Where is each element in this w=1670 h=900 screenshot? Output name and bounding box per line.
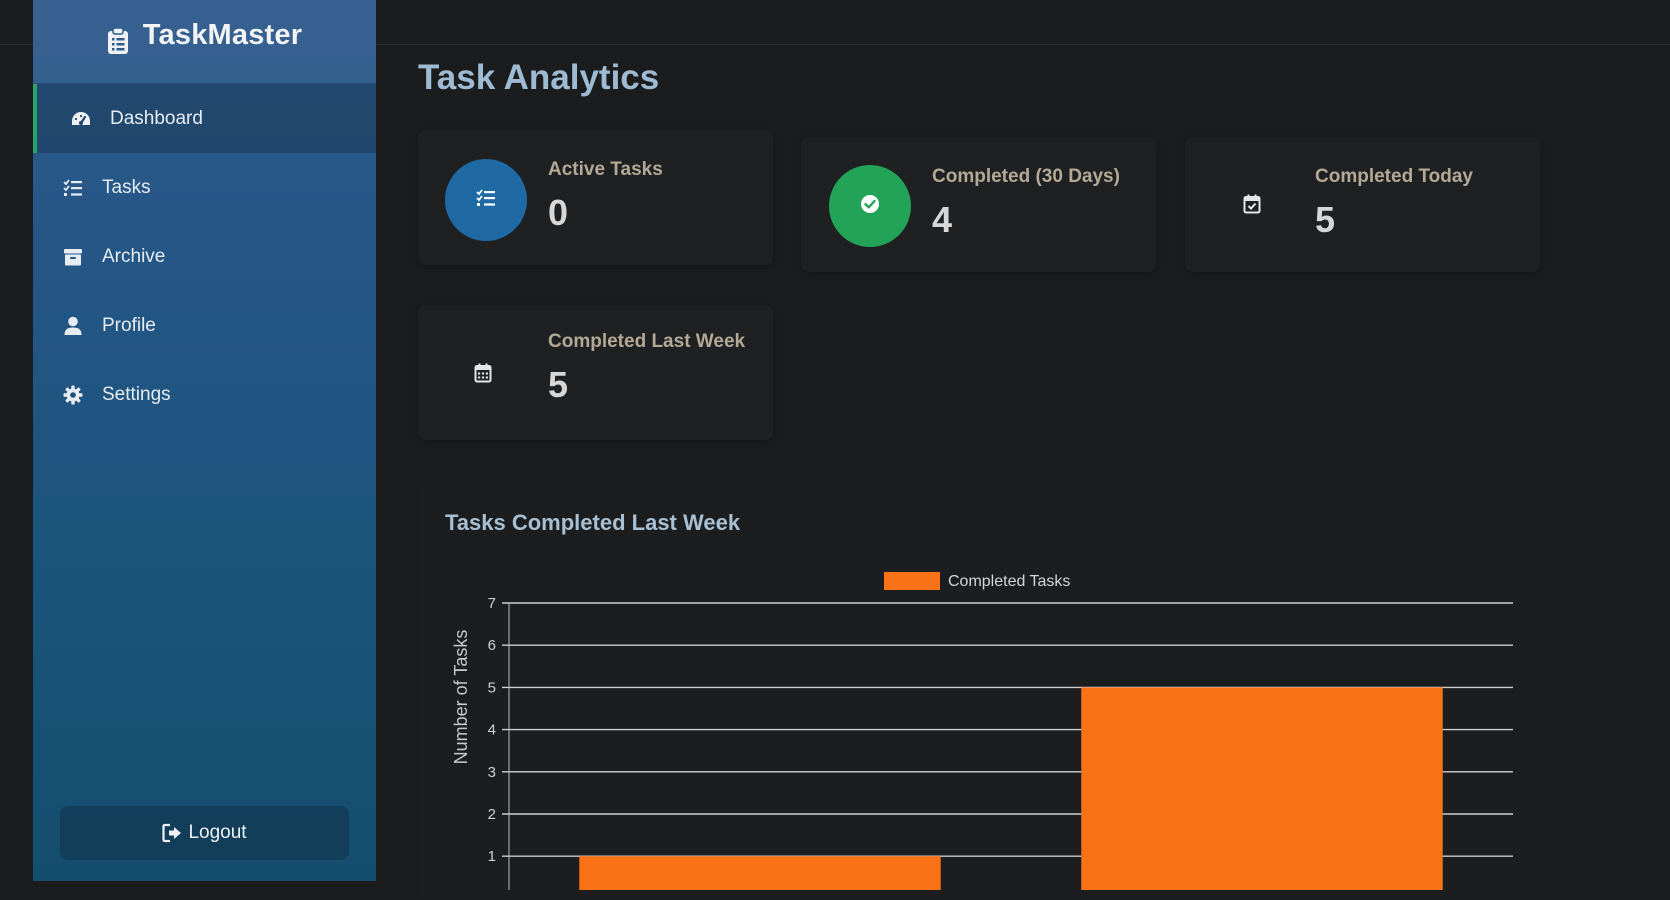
- y-tick-label: 5: [488, 679, 496, 696]
- sidebar-item-dashboard[interactable]: Dashboard: [33, 84, 376, 153]
- calendar-icon: [474, 363, 492, 388]
- y-tick-label: 1: [488, 848, 496, 865]
- stat-label: Completed Last Week: [548, 331, 746, 352]
- sidebar-nav: Dashboard Tasks Archive Profile Settings: [33, 84, 376, 429]
- sidebar-item-label: Tasks: [102, 176, 151, 198]
- sidebar-item-label: Profile: [102, 314, 156, 336]
- logout-label: Logout: [188, 822, 247, 843]
- y-tick-label: 3: [488, 764, 496, 781]
- stat-value: 4: [932, 199, 953, 240]
- sign-out-icon: [162, 823, 182, 843]
- stat-icon-circle: [445, 159, 527, 241]
- stat-card-active-tasks: Active Tasks 0: [418, 130, 773, 265]
- stat-value: 5: [548, 364, 569, 405]
- stat-icon-circle: [829, 165, 911, 247]
- stat-value: 0: [548, 192, 569, 233]
- y-tick-label: 6: [488, 637, 496, 654]
- bar[interactable]: [1081, 687, 1443, 890]
- check-circle-icon: [860, 194, 880, 219]
- legend-label: Completed Tasks: [948, 573, 1070, 590]
- y-tick-label: 4: [488, 722, 496, 739]
- user-icon: [62, 315, 84, 337]
- sidebar-item-label: Dashboard: [110, 107, 203, 129]
- stat-value: 5: [1315, 199, 1336, 240]
- stat-label: Active Tasks: [548, 159, 663, 180]
- stat-label: Completed (30 Days): [932, 166, 1120, 187]
- y-axis-label: Number of Tasks: [451, 630, 471, 765]
- chart-title: Tasks Completed Last Week: [445, 510, 741, 535]
- calendar-check-icon: [1243, 194, 1261, 219]
- stat-icon-circle: [1211, 165, 1293, 247]
- sidebar-item-label: Archive: [102, 245, 166, 267]
- archive-box-icon: [62, 246, 84, 268]
- sidebar-item-profile[interactable]: Profile: [33, 291, 376, 360]
- sidebar-item-label: Settings: [102, 383, 171, 405]
- stat-card-completed-today: Completed Today 5: [1185, 137, 1540, 272]
- stat-label: Completed Today: [1315, 166, 1473, 187]
- stat-card-completed-last-week: Completed Last Week 5: [418, 305, 773, 440]
- page-title: Task Analytics: [418, 58, 660, 97]
- y-tick-label: 7: [488, 595, 496, 612]
- gauge-icon: [70, 108, 92, 130]
- left-gutter: [0, 0, 33, 881]
- sidebar-item-archive[interactable]: Archive: [33, 222, 376, 291]
- clipboard-icon: [107, 26, 128, 54]
- y-tick-label: 2: [488, 806, 496, 823]
- legend-swatch: [884, 572, 940, 590]
- sidebar-item-settings[interactable]: Settings: [33, 360, 376, 429]
- list-check-icon: [476, 188, 496, 212]
- gear-icon: [62, 384, 84, 406]
- app-name: TaskMaster: [142, 19, 303, 51]
- sidebar: TaskMaster Dashboard Tasks Archive Profi…: [33, 0, 376, 881]
- sidebar-item-tasks[interactable]: Tasks: [33, 153, 376, 222]
- stat-card-completed-30-days: Completed (30 Days) 4: [801, 137, 1156, 272]
- brand-header[interactable]: TaskMaster: [33, 0, 376, 84]
- logout-button[interactable]: Logout: [60, 806, 349, 860]
- stat-icon-circle: [442, 334, 524, 416]
- list-check-icon: [62, 177, 84, 199]
- bar[interactable]: [579, 856, 941, 890]
- bar-chart: 1 2 3 4 5 6 7 Completed Tasks Number of Tasks: [451, 572, 1513, 890]
- top-bar: [376, 0, 1670, 45]
